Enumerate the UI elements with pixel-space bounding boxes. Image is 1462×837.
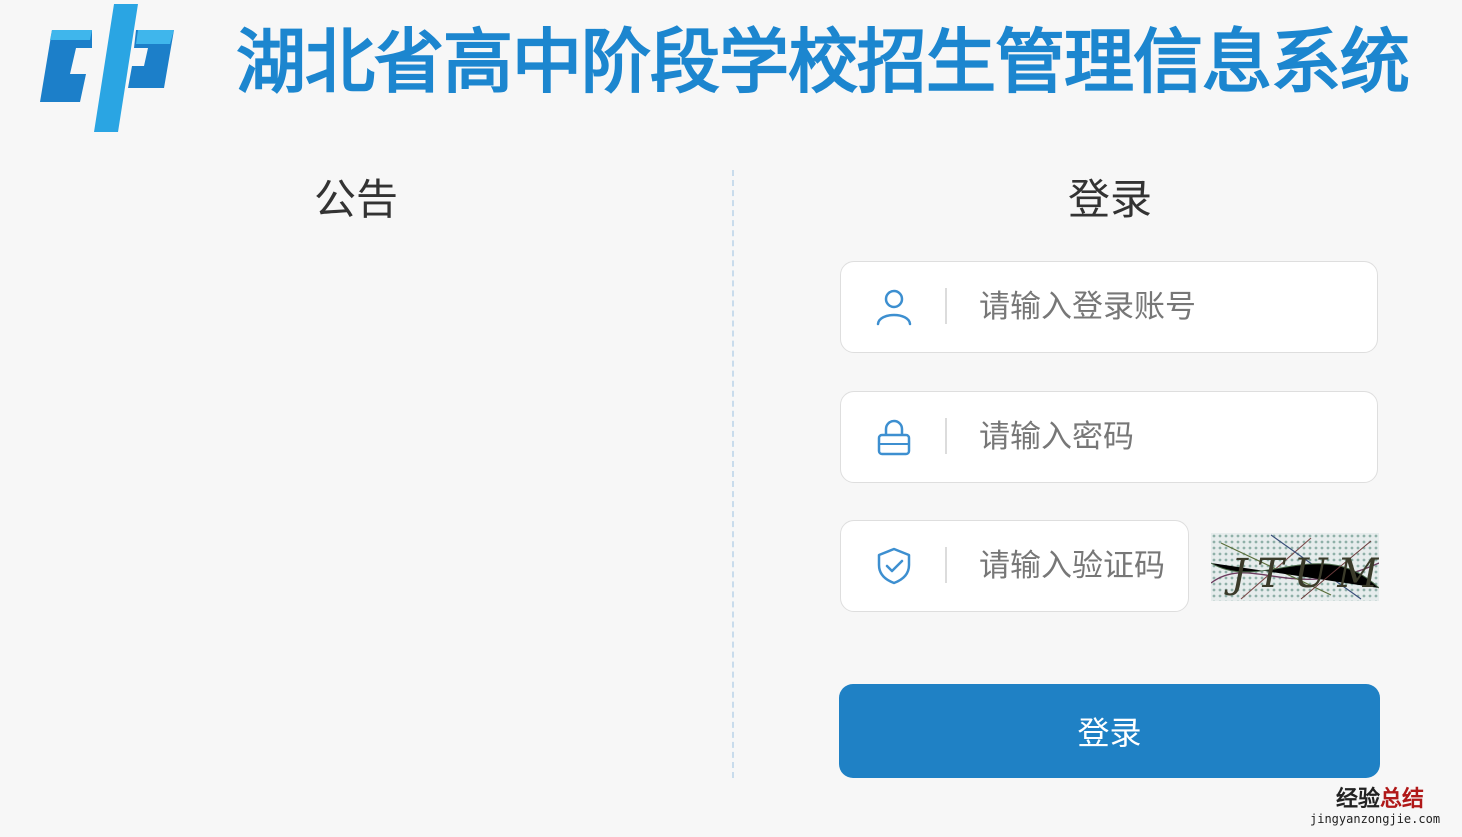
captcha-text: JTUM	[1224, 551, 1379, 597]
captcha-image[interactable]: JTUM	[1211, 533, 1379, 601]
password-field[interactable]	[840, 391, 1378, 483]
zhong-logo-icon	[40, 4, 174, 132]
captcha-field[interactable]	[840, 520, 1189, 612]
section-divider	[732, 170, 734, 778]
watermark-text-b: 总结	[1380, 787, 1425, 812]
password-input[interactable]	[979, 408, 1359, 466]
shield-check-icon	[877, 547, 911, 585]
watermark-url: jingyanzongjie.com	[1310, 812, 1441, 826]
watermark-text-a: 经验	[1336, 787, 1381, 812]
captcha-input[interactable]	[979, 537, 1179, 595]
notice-title: 公告	[314, 175, 399, 224]
username-input[interactable]	[979, 278, 1359, 336]
login-button[interactable]: 登录	[839, 684, 1380, 778]
watermark-text: 经验总结	[1336, 786, 1424, 814]
username-field[interactable]	[840, 261, 1378, 353]
field-separator	[945, 418, 947, 454]
field-separator	[945, 547, 947, 583]
site-title: 湖北省高中阶段学校招生管理信息系统	[236, 21, 1410, 103]
lock-icon	[877, 419, 911, 456]
user-icon	[876, 289, 912, 326]
login-title: 登录	[1068, 175, 1153, 224]
field-separator	[945, 288, 947, 324]
